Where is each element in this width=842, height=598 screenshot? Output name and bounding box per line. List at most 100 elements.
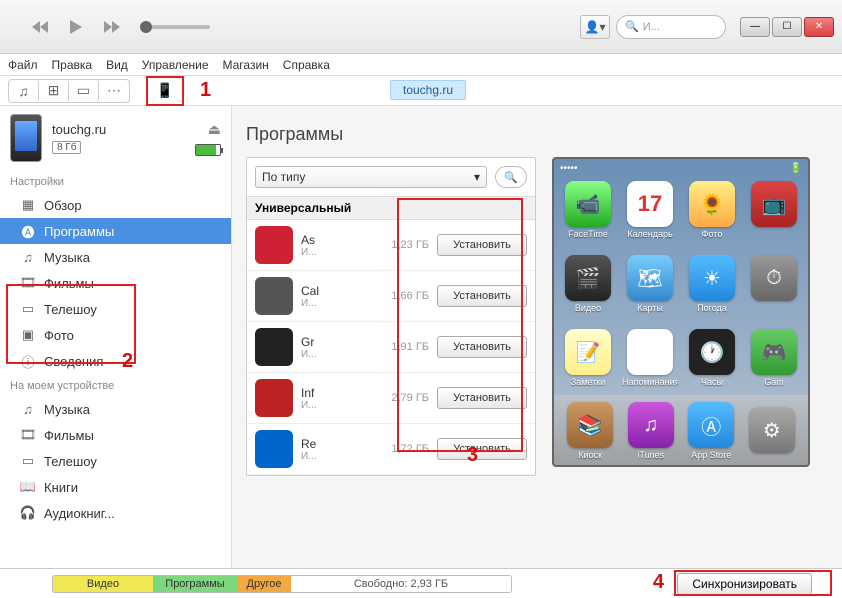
menu-store[interactable]: Магазин <box>223 58 269 72</box>
sidebar-item-music[interactable]: ♫Музыка <box>0 396 231 422</box>
film-icon: 🎞 <box>20 275 36 291</box>
book-icon: 📖 <box>20 479 36 495</box>
menu-help[interactable]: Справка <box>283 58 330 72</box>
install-button[interactable]: Установить <box>437 285 527 307</box>
app-icon <box>255 328 293 366</box>
app-subtitle: И... <box>301 349 373 360</box>
sidebar: touchg.ru 8 Гб ⏏ Настройки ▦Обзор🅐Програ… <box>0 106 232 568</box>
info-icon: ⓘ <box>20 353 36 369</box>
audio-icon: 🎧 <box>20 505 36 521</box>
menu-edit[interactable]: Правка <box>52 58 93 72</box>
minimize-button[interactable]: — <box>740 17 770 37</box>
install-button[interactable]: Установить <box>437 234 527 256</box>
app-icon <box>255 379 293 417</box>
ios-dock-app[interactable]: ⚙ <box>749 407 795 455</box>
sidebar-item-music[interactable]: ♫Музыка <box>0 244 231 270</box>
install-button[interactable]: Установить <box>437 336 527 358</box>
menu-view[interactable]: Вид <box>106 58 128 72</box>
app-icon <box>255 226 293 264</box>
app-size: 2,79 ГБ <box>381 392 429 404</box>
ios-app-label: FaceTime <box>568 229 608 239</box>
ios-dock-app[interactable]: ♫iTunes <box>628 402 674 460</box>
more-tab-icon[interactable]: ⋯ <box>99 80 129 102</box>
app-search-input[interactable]: 🔍 <box>495 166 527 188</box>
ios-app[interactable]: ⏱ <box>745 255 803 325</box>
ios-app-icon: 🕐 <box>689 329 735 375</box>
sidebar-item-book[interactable]: 📖Книги <box>0 474 231 500</box>
sidebar-item-audio[interactable]: 🎧 Аудиокниг... <box>0 500 231 526</box>
eject-icon[interactable]: ⏏ <box>208 121 221 138</box>
ios-dock-app[interactable]: 📚Киоск <box>567 402 613 460</box>
sidebar-item-photo[interactable]: ▣Фото <box>0 322 231 348</box>
ios-app[interactable]: 📝 Заметки <box>559 329 617 399</box>
sync-button[interactable]: Синхронизировать <box>677 573 812 595</box>
account-button[interactable]: 👤▾ <box>580 15 610 39</box>
page-title: Программы <box>246 124 828 145</box>
app-size: 1,66 ГБ <box>381 290 429 302</box>
next-track-button[interactable] <box>100 15 124 39</box>
sidebar-item-tv[interactable]: ▭Телешоу <box>0 448 231 474</box>
ios-app-icon: 🗺 <box>627 255 673 301</box>
ios-app-label: Погода <box>697 303 727 313</box>
install-button[interactable]: Установить <box>437 387 527 409</box>
breadcrumb[interactable]: touchg.ru <box>390 80 466 100</box>
ios-signal-icon: ••••• <box>560 163 578 174</box>
sidebar-item-tv[interactable]: ▭Телешоу <box>0 296 231 322</box>
app-size: 1,72 ГБ <box>381 443 429 455</box>
ios-app[interactable]: 🕐 Часы <box>683 329 741 399</box>
ios-app[interactable]: 🎮Gam <box>745 329 803 399</box>
ios-app[interactable]: 🎬Видео <box>559 255 617 325</box>
ios-app-icon: ♫ <box>628 402 674 448</box>
annotation-4: 4 <box>653 571 664 594</box>
ios-app-label: Заметки <box>571 377 605 387</box>
music-tab-icon[interactable]: ♫ <box>9 80 39 102</box>
ios-app-label: Киоск <box>578 450 602 460</box>
device-thumbnail-icon <box>10 114 42 162</box>
ios-app-label: Карты <box>637 303 663 313</box>
sidebar-item-label: Обзор <box>44 198 82 213</box>
play-button[interactable] <box>64 15 88 39</box>
ios-app[interactable]: ☀Погода <box>683 255 741 325</box>
maximize-button[interactable]: ☐ <box>772 17 802 37</box>
menu-controls[interactable]: Управление <box>142 58 209 72</box>
ios-app[interactable]: 17Календарь <box>621 181 679 251</box>
app-row: GrИ...1,91 ГБУстановить <box>247 322 535 373</box>
library-search-input[interactable]: 🔍 И... <box>616 15 726 39</box>
device-button[interactable]: 📱 <box>146 76 184 106</box>
sidebar-item-info[interactable]: ⓘСведения <box>0 348 231 374</box>
ios-app[interactable]: 🌻Фото <box>683 181 741 251</box>
storage-apps: Программы <box>153 576 237 592</box>
sidebar-item-apps[interactable]: 🅐Программы <box>0 218 231 244</box>
volume-slider[interactable] <box>140 25 210 29</box>
install-button[interactable]: Установить <box>437 438 527 460</box>
sidebar-item-grid[interactable]: ▦Обзор <box>0 192 231 218</box>
app-icon <box>255 430 293 468</box>
menu-file[interactable]: Файл <box>8 58 38 72</box>
sidebar-item-film[interactable]: 🎞Фильмы <box>0 422 231 448</box>
sidebar-item-label: Программы <box>44 224 114 239</box>
sort-select[interactable]: По типу ▾ <box>255 166 487 188</box>
sidebar-item-label: Аудиокниг... <box>44 506 115 521</box>
ios-app-icon: 📝 <box>565 329 611 375</box>
ios-app-label: Часы <box>701 377 723 387</box>
photo-icon: ▣ <box>20 327 36 343</box>
app-size: 1,91 ГБ <box>381 341 429 353</box>
close-button[interactable]: ✕ <box>804 17 834 37</box>
sidebar-item-label: Музыка <box>44 250 90 265</box>
ios-dock: 📚Киоск ♫iTunes ⒶApp Store ⚙ <box>554 395 808 465</box>
ios-app[interactable]: 📹FaceTime <box>559 181 617 251</box>
movies-tab-icon[interactable]: ⊞ <box>39 80 69 102</box>
ios-app[interactable]: 📺 <box>745 181 803 251</box>
prev-track-button[interactable] <box>28 15 52 39</box>
ios-app[interactable]: 🗺 Карты <box>621 255 679 325</box>
app-section-label: Универсальный <box>247 197 535 220</box>
tv-tab-icon[interactable]: ▭ <box>69 80 99 102</box>
sidebar-item-film[interactable]: 🎞Фильмы <box>0 270 231 296</box>
ios-dock-app[interactable]: ⒶApp Store <box>688 402 734 460</box>
storage-other: Другое <box>237 576 291 592</box>
content-area: Программы По типу ▾ 🔍 Универсальный AsИ.… <box>232 106 842 568</box>
sidebar-item-label: Музыка <box>44 402 90 417</box>
ios-app[interactable]: ═Напоминания <box>621 329 679 399</box>
sidebar-item-label: Фильмы <box>44 428 94 443</box>
ios-status-bar: ••••• 🔋 <box>554 159 808 177</box>
